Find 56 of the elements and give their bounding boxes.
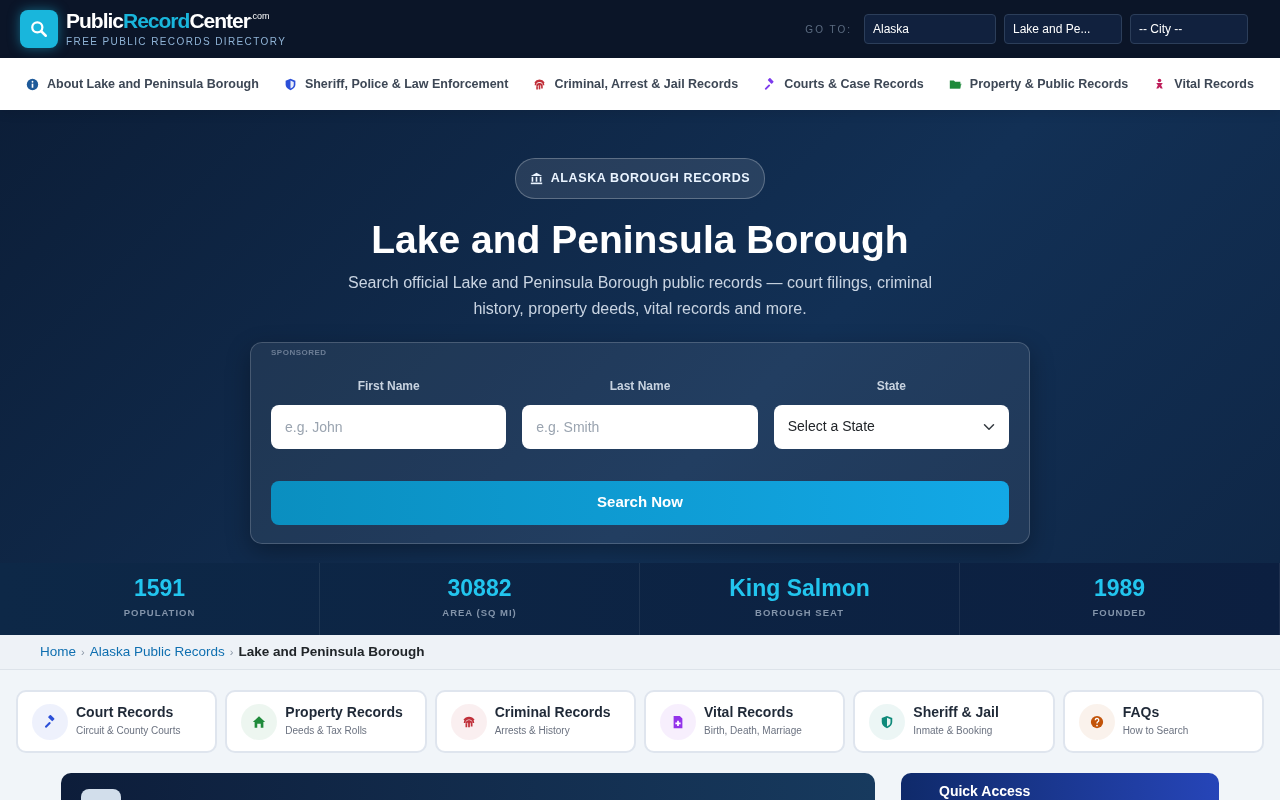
category-card[interactable]: Criminal Records Arrests & History (434, 690, 636, 753)
category-title: Criminal Records (494, 705, 611, 721)
brand-name[interactable]: PublicRecordCenter$^{.com}$ (66, 9, 287, 31)
logo-icon[interactable] (20, 10, 58, 48)
state-select[interactable]: Select a State (773, 404, 1009, 449)
nav-link[interactable]: Sheriff, Police & Law Enforcement (283, 74, 509, 94)
stat-value: 1591 (133, 577, 186, 601)
nav-link[interactable]: Courts & Case Records (763, 74, 924, 94)
breadcrumb-current: Lake and Peninsula Borough (238, 642, 425, 661)
nav-link[interactable]: Property & Public Records (948, 74, 1129, 94)
brand-tagline: FREE PUBLIC RECORDS DIRECTORY (66, 34, 287, 49)
panel-title: Quick Access (939, 783, 1032, 799)
category-card[interactable]: Property Records Deeds & Tax Rolls (225, 690, 427, 753)
name-field[interactable]: e.g. Smith (522, 404, 758, 449)
location-select[interactable]: Alaska (864, 14, 996, 44)
category-title: FAQs (1122, 705, 1161, 721)
category-subtitle: Birth, Death, Marriage (704, 723, 802, 738)
goto-label: GO TO: (805, 22, 852, 37)
category-title: Property Records (285, 705, 403, 721)
category-card[interactable]: FAQs How to Search (1062, 690, 1264, 753)
category-subtitle: Arrests & History (494, 723, 571, 738)
stat-value: 30882 (447, 577, 512, 601)
sponsored-label: SPONSORED (271, 346, 328, 359)
category-title: Vital Records (704, 705, 795, 721)
location-select[interactable]: -- City -- (1130, 14, 1248, 44)
category-title: Sheriff & Jail (913, 705, 999, 721)
name-field[interactable]: e.g. John (271, 404, 507, 449)
category-subtitle: How to Search (1122, 723, 1189, 738)
category-card[interactable]: Court Records Circuit & County Courts (16, 690, 218, 753)
page-subtitle: Search official Lake and Peninsula Borough public records — court filings, criminal history, property deeds, vital records and more. (347, 272, 933, 319)
field-label: Last Name (608, 377, 672, 395)
stat-label: BOROUGH SEAT (755, 606, 844, 621)
stat-value: King Salmon (729, 577, 870, 601)
category-badge: ALASKA BOROUGH RECORDS (514, 158, 766, 199)
breadcrumb-separator: › (229, 644, 234, 660)
category-title: Court Records (76, 705, 175, 721)
breadcrumb-link[interactable]: Alaska Public Records (89, 641, 225, 663)
category-card[interactable]: Sheriff & Jail Inmate & Booking (853, 690, 1055, 753)
field-label: State (875, 377, 907, 395)
breadcrumb-separator: › (81, 644, 85, 660)
nav-link[interactable]: Vital Records (1153, 74, 1254, 94)
page-title: Lake and Peninsula Borough (370, 216, 910, 263)
category-card[interactable]: Vital Records Birth, Death, Marriage (644, 690, 846, 753)
building-icon (529, 171, 543, 185)
category-subtitle: Circuit & County Courts (76, 723, 181, 738)
breadcrumb-link[interactable]: Home (40, 641, 76, 663)
nav-link[interactable]: About Lake and Peninsula Borough (26, 74, 259, 94)
stat-label: POPULATION (123, 606, 196, 621)
field-label: First Name (356, 377, 421, 395)
location-select[interactable]: Lake and Pe... (1004, 14, 1122, 44)
category-subtitle: Inmate & Booking (913, 723, 994, 738)
stat-label: FOUNDED (1092, 606, 1147, 621)
category-subtitle: Deeds & Tax Rolls (285, 723, 368, 738)
stat-label: AREA (SQ MI) (442, 606, 517, 621)
stat-value: 1989 (1093, 577, 1146, 601)
nav-link[interactable]: Criminal, Arrest & Jail Records (533, 74, 739, 94)
